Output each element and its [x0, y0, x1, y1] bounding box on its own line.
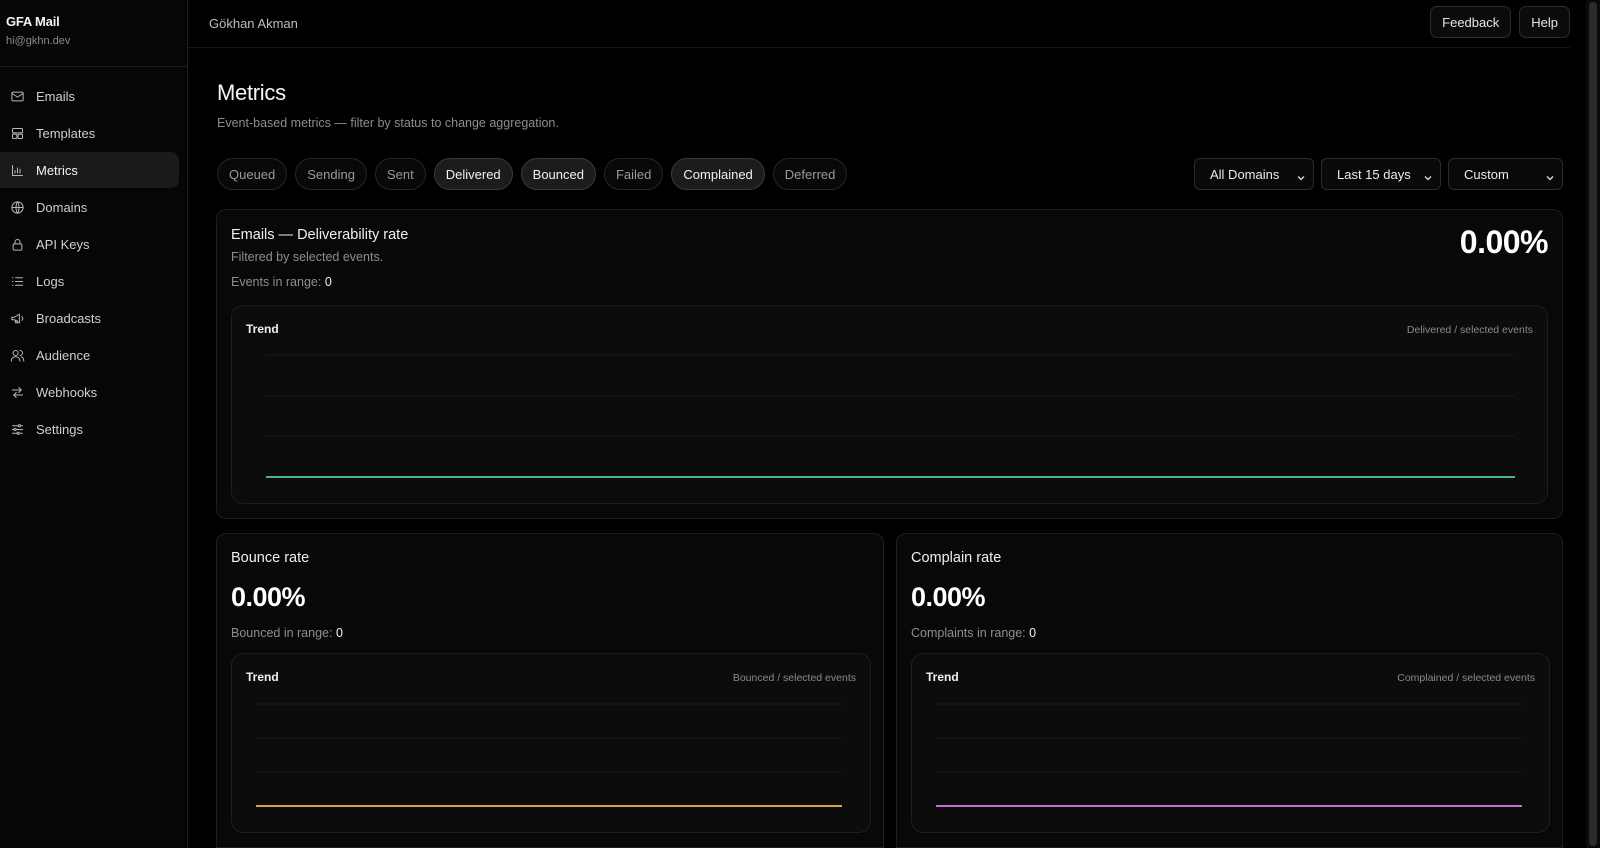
deliverability-trend-chart [266, 354, 1515, 478]
arrows-icon [10, 385, 25, 400]
brand-name: GFA Mail [6, 14, 60, 29]
chip-deferred[interactable]: Deferred [772, 158, 848, 190]
brand-email: hi@gkhn.dev [6, 35, 71, 47]
custom-select[interactable]: Custom [1448, 158, 1563, 190]
sidebar-item-metrics[interactable]: Metrics [0, 152, 179, 188]
deliverability-title: Emails — Deliverability rate [231, 227, 409, 243]
complaints-in-range-label: Complaints in range: [911, 626, 1026, 640]
chevron-down-icon [1546, 170, 1554, 181]
sidebar-item-label: Templates [36, 125, 96, 141]
help-button[interactable]: Help [1519, 6, 1570, 38]
chip-sending[interactable]: Sending [295, 158, 367, 190]
deliverability-description: Filtered by selected events. [231, 250, 384, 264]
range-select[interactable]: Last 15 days [1321, 158, 1441, 190]
sliders-icon [10, 422, 25, 437]
deliverability-rate: 0.00% [1459, 224, 1549, 260]
bounce-card: Bounce rate 0.00% Bounced in range: 0 Tr… [216, 533, 884, 848]
sidebar-item-label: Settings [36, 421, 83, 437]
globe-icon [10, 200, 25, 215]
chip-failed[interactable]: Failed [603, 158, 664, 190]
lock-icon [10, 237, 25, 252]
sidebar-item-audience[interactable]: Audience [0, 337, 179, 373]
chevron-down-icon [1297, 170, 1305, 181]
bar-chart-icon [10, 163, 25, 178]
sidebar-item-label: Emails [36, 88, 76, 104]
bounced-in-range-label: Bounced in range: [231, 626, 333, 640]
sidebar-item-emails[interactable]: Emails [0, 78, 179, 114]
chip-bounced[interactable]: Bounced [520, 158, 596, 190]
megaphone-icon [10, 311, 25, 326]
sidebar-item-label: Domains [36, 199, 88, 215]
complaints-in-range: Complaints in range: 0 [911, 626, 1036, 640]
sidebar: GFA Mail hi@gkhn.dev Emails Templates Me… [0, 0, 188, 848]
chevron-down-icon [1424, 170, 1432, 181]
page-title: Metrics [217, 80, 286, 105]
main-content: Metrics Event-based metrics — filter by … [217, 48, 1563, 190]
vertical-scrollbar[interactable] [1586, 0, 1600, 848]
filter-bar: Queued Sending Sent Delivered Bounced Fa… [217, 158, 1563, 190]
page-subtitle: Event-based metrics — filter by status t… [217, 116, 559, 130]
complain-title: Complain rate [911, 550, 1002, 566]
sidebar-item-label: Audience [36, 347, 91, 363]
sidebar-item-templates[interactable]: Templates [0, 115, 179, 151]
sidebar-item-logs[interactable]: Logs [0, 263, 179, 299]
layout-icon [10, 126, 25, 141]
sidebar-item-domains[interactable]: Domains [0, 189, 179, 225]
sidebar-item-label: Metrics [36, 162, 78, 178]
sidebar-item-label: API Keys [36, 236, 90, 252]
deliverability-trend-panel: Trend Delivered / selected events [231, 305, 1548, 504]
deliverability-card: Emails — Deliverability rate Filtered by… [216, 209, 1563, 519]
complain-trend-chart [936, 703, 1522, 807]
bounced-in-range: Bounced in range: 0 [231, 626, 343, 640]
events-in-range: Events in range: 0 [231, 275, 332, 289]
brand-block: GFA Mail hi@gkhn.dev [0, 0, 187, 67]
bounce-trend-chart [256, 703, 842, 807]
mail-icon [10, 89, 25, 104]
feedback-button[interactable]: Feedback [1430, 6, 1512, 38]
filter-selects: All Domains Last 15 days Custom [1194, 158, 1563, 190]
chip-queued[interactable]: Queued [217, 158, 288, 190]
sidebar-nav: Emails Templates Metrics Domains API Key… [0, 67, 187, 447]
top-bar: Gökhan Akman Feedback Help [188, 0, 1570, 48]
complain-card: Complain rate 0.00% Complaints in range:… [896, 533, 1563, 848]
sidebar-item-label: Webhooks [36, 384, 98, 400]
complaints-in-range-value: 0 [1029, 626, 1037, 640]
complain-trend-panel: Trend Complained / selected events [911, 653, 1550, 833]
bounced-in-range-value: 0 [335, 626, 343, 640]
chip-complained[interactable]: Complained [671, 158, 765, 190]
events-in-range-value: 0 [324, 275, 332, 289]
sidebar-item-label: Broadcasts [36, 310, 102, 326]
chip-delivered[interactable]: Delivered [433, 158, 513, 190]
bounce-trend-panel: Trend Bounced / selected events [231, 653, 871, 833]
custom-select-value: Custom [1464, 166, 1509, 182]
sidebar-item-webhooks[interactable]: Webhooks [0, 374, 179, 410]
domain-select-value: All Domains [1210, 166, 1280, 182]
domain-select[interactable]: All Domains [1194, 158, 1314, 190]
app-root: GFA Mail hi@gkhn.dev Emails Templates Me… [0, 0, 1600, 848]
chip-sent[interactable]: Sent [374, 158, 426, 190]
range-select-value: Last 15 days [1337, 166, 1411, 182]
list-icon [10, 274, 25, 289]
top-actions: Feedback Help [1430, 6, 1570, 38]
sidebar-item-broadcasts[interactable]: Broadcasts [0, 300, 179, 336]
sidebar-item-api-keys[interactable]: API Keys [0, 226, 179, 262]
complain-rate: 0.00% [911, 582, 986, 612]
user-name: Gökhan Akman [209, 16, 298, 31]
sidebar-item-settings[interactable]: Settings [0, 411, 179, 447]
bounce-title: Bounce rate [231, 550, 310, 566]
bounce-rate: 0.00% [231, 582, 306, 612]
users-icon [10, 348, 25, 363]
scrollbar-thumb[interactable] [1589, 2, 1597, 846]
events-in-range-label: Events in range: [231, 275, 322, 289]
sidebar-item-label: Logs [36, 273, 65, 289]
